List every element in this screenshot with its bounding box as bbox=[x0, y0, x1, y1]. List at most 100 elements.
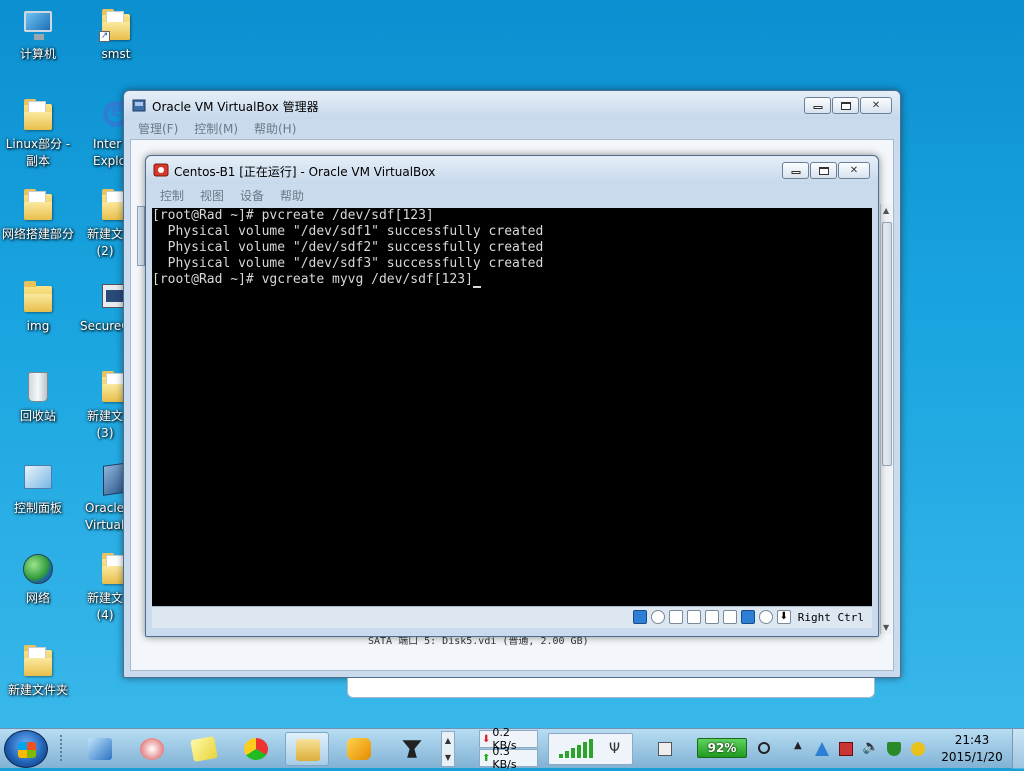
power-plug-icon[interactable] bbox=[758, 742, 770, 754]
vm-menu-help[interactable]: 帮助 bbox=[272, 187, 312, 204]
network-status-icon[interactable] bbox=[839, 742, 853, 756]
taskbar-file-explorer[interactable] bbox=[285, 732, 329, 766]
shortcut-arrow-icon: ↗ bbox=[99, 31, 110, 42]
desktop-icon-control-panel[interactable]: 控制面板 bbox=[1, 462, 75, 517]
tool-app-icon bbox=[402, 740, 422, 758]
remote-desktop-icon bbox=[88, 738, 112, 760]
taskbar-sticky-notes[interactable] bbox=[182, 732, 226, 766]
desktop-icon-img[interactable]: img bbox=[1, 280, 75, 335]
browser-icon bbox=[244, 738, 268, 760]
recycle-bin-icon bbox=[28, 372, 48, 402]
download-arrow-icon: ⬇ bbox=[482, 733, 491, 745]
desktop-icon-computer[interactable]: 计算机 bbox=[1, 8, 75, 63]
manager-titlebar[interactable]: Oracle VM VirtualBox 管理器 ✕ bbox=[124, 91, 900, 119]
maximize-icon bbox=[818, 166, 829, 175]
host-key-arrow-icon: ⬇ bbox=[776, 610, 791, 624]
desktop-icon-label: 计算机 bbox=[19, 47, 56, 61]
sticky-notes-icon bbox=[190, 736, 218, 762]
keyboard-icon[interactable] bbox=[658, 742, 672, 756]
desktop-icon-smst[interactable]: ↗ smst bbox=[79, 8, 153, 63]
shared-folders-icon[interactable] bbox=[704, 610, 719, 624]
tray-app-icon[interactable] bbox=[815, 742, 829, 756]
desktop-icon-label: 新建文 (2) bbox=[86, 227, 123, 258]
toolbar-scroll[interactable]: ▲ ▼ bbox=[441, 731, 455, 767]
minimize-icon bbox=[813, 105, 822, 109]
host-key-label: Right Ctrl bbox=[797, 610, 864, 624]
vm-running-icon bbox=[153, 163, 169, 177]
volume-icon[interactable]: 🔈 bbox=[862, 739, 879, 755]
terminal-line: Physical volume "/dev/sdf1" successfully… bbox=[152, 224, 544, 239]
taskbar-virtualbox[interactable] bbox=[337, 732, 381, 766]
desktop-icon-network[interactable]: 网络 bbox=[1, 552, 75, 607]
vm-titlebar[interactable]: Centos-B1 [正在运行] - Oracle VM VirtualBox … bbox=[146, 156, 878, 184]
upload-arrow-icon: ⬆ bbox=[482, 752, 491, 764]
desktop-icon-network-setup[interactable]: 网络搭建部分 bbox=[1, 188, 75, 243]
desktop: 计算机 Linux部分 - 副本 网络搭建部分 img 回收站 控制面板 网络 … bbox=[0, 0, 1024, 728]
taskbar-remote-desktop[interactable] bbox=[78, 732, 122, 766]
wireless-signal-widget[interactable]: Ψ bbox=[548, 733, 633, 765]
taskbar-app-7[interactable] bbox=[390, 732, 434, 766]
clock-date: 2015/1/20 bbox=[941, 750, 1003, 764]
folder-icon bbox=[24, 281, 52, 312]
toolbar-scroll-down-icon[interactable]: ▼ bbox=[442, 749, 454, 766]
mouse-integration-icon[interactable] bbox=[758, 610, 773, 624]
fish-app-icon bbox=[140, 738, 164, 760]
close-icon: ✕ bbox=[871, 99, 881, 111]
manager-maximize-button[interactable] bbox=[832, 97, 859, 114]
scroll-down-icon[interactable]: ▼ bbox=[883, 623, 889, 632]
terminal-line: [root@Rad ~]# vgcreate myvg /dev/sdf[123… bbox=[152, 272, 473, 287]
taskbar-divider bbox=[60, 735, 62, 763]
toolbar-scroll-up-icon[interactable]: ▲ bbox=[442, 732, 454, 749]
folder-icon bbox=[24, 645, 52, 676]
virtualbox-app-icon bbox=[132, 99, 146, 112]
vm-console-screen[interactable]: [root@Rad ~]# pvcreate /dev/sdf[123] Phy… bbox=[152, 208, 872, 606]
plus-app-icon[interactable] bbox=[911, 742, 925, 756]
vm-menu-control[interactable]: 控制 bbox=[152, 187, 192, 204]
computer-icon bbox=[24, 11, 52, 40]
menu-control[interactable]: 控制(M) bbox=[186, 120, 246, 137]
manager-close-button[interactable]: ✕ bbox=[860, 97, 892, 114]
start-button[interactable] bbox=[4, 730, 48, 768]
desktop-icon-label: 控制面板 bbox=[13, 501, 62, 515]
vm-menu-devices[interactable]: 设备 bbox=[232, 187, 272, 204]
desktop-icon-recycle-bin[interactable]: 回收站 bbox=[1, 370, 75, 425]
taskbar: ▲ ▼ ⬇ 0.2 KB/s ⬆ 0.3 KB/s Ψ 92% ▲ 🔈 21:43 … bbox=[0, 726, 1024, 771]
manager-minimize-button[interactable] bbox=[804, 97, 831, 114]
show-desktop-button[interactable] bbox=[1012, 729, 1024, 769]
scroll-up-icon[interactable]: ▲ bbox=[883, 206, 889, 215]
usb-icon[interactable] bbox=[668, 610, 683, 624]
desktop-icon-label: 新建文 (4) bbox=[86, 591, 123, 622]
desktop-icon-linux-copy[interactable]: Linux部分 - 副本 bbox=[1, 98, 75, 170]
desktop-icon-label: 新建文件夹 bbox=[7, 683, 68, 697]
vm-menu-view[interactable]: 视图 bbox=[192, 187, 232, 204]
manager-window-title: Oracle VM VirtualBox 管理器 bbox=[152, 100, 319, 114]
show-hidden-icons-icon[interactable]: ▲ bbox=[794, 740, 802, 751]
desktop-icon-new-folder[interactable]: 新建文件夹 bbox=[1, 644, 75, 699]
security-shield-icon[interactable] bbox=[887, 742, 901, 756]
antenna-icon: Ψ bbox=[609, 741, 621, 757]
file-explorer-icon bbox=[296, 739, 320, 761]
desktop-icon-label: 新建文 (3) bbox=[86, 409, 123, 440]
vm-list-edge[interactable] bbox=[137, 206, 145, 266]
vm-minimize-button[interactable] bbox=[782, 162, 809, 179]
network-adapter-icon[interactable] bbox=[686, 610, 701, 624]
manager-details-scrollbar[interactable]: ▲ ▼ bbox=[880, 204, 892, 634]
vm-statusbar: ⬇ Right Ctrl bbox=[152, 606, 872, 628]
vm-close-button[interactable]: ✕ bbox=[838, 162, 870, 179]
terminal-line: Physical volume "/dev/sdf2" successfully… bbox=[152, 240, 544, 255]
taskbar-browser[interactable] bbox=[234, 732, 278, 766]
menu-manage[interactable]: 管理(F) bbox=[130, 120, 186, 137]
hard-disk-icon[interactable] bbox=[632, 610, 647, 624]
menu-help[interactable]: 帮助(H) bbox=[246, 120, 304, 137]
close-icon: ✕ bbox=[849, 164, 859, 176]
system-clock[interactable]: 21:43 2015/1/20 bbox=[932, 732, 1012, 766]
taskbar-app-2[interactable] bbox=[130, 732, 174, 766]
battery-indicator[interactable]: 92% bbox=[697, 738, 747, 758]
vm-window-title: Centos-B1 [正在运行] - Oracle VM VirtualBox bbox=[174, 165, 436, 179]
scrollbar-thumb[interactable] bbox=[882, 222, 892, 466]
terminal-cursor bbox=[472, 274, 481, 288]
vm-maximize-button[interactable] bbox=[810, 162, 837, 179]
cpu-virtualization-icon[interactable] bbox=[740, 610, 755, 624]
optical-drive-icon[interactable] bbox=[650, 610, 665, 624]
display-icon[interactable] bbox=[722, 610, 737, 624]
